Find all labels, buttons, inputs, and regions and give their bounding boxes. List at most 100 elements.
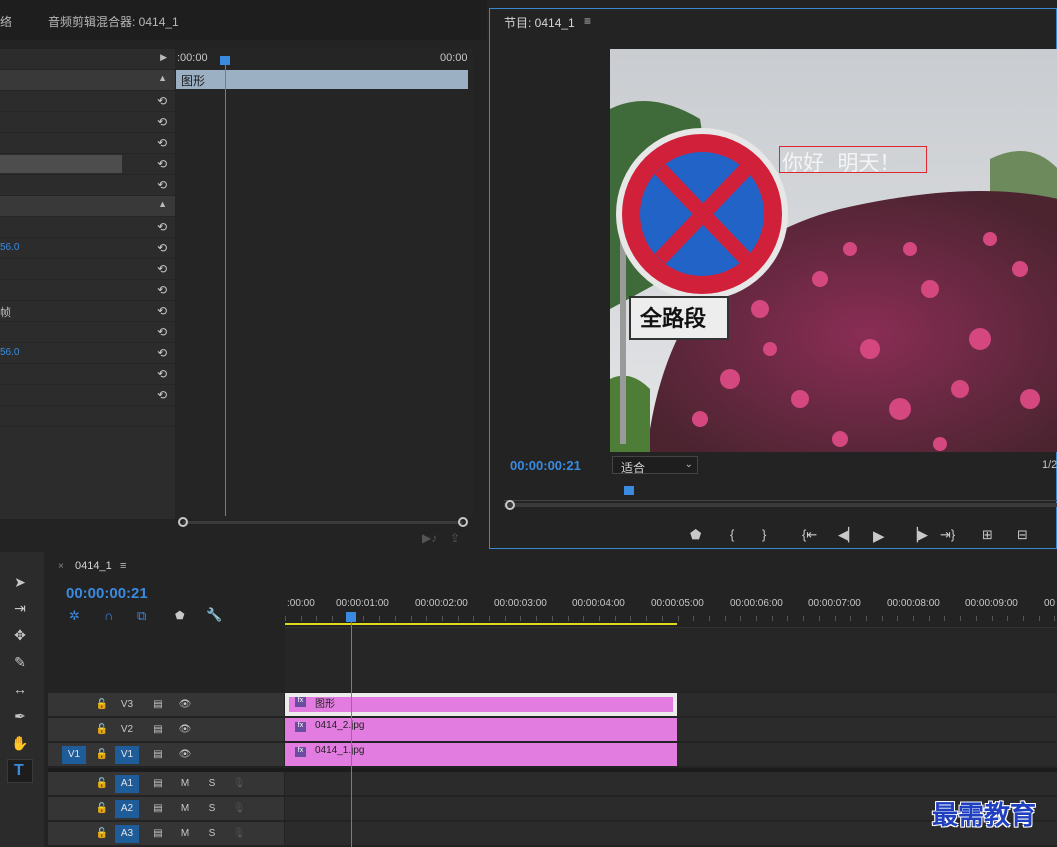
work-area-bar[interactable] [285,623,677,625]
tab-partial[interactable]: 络 [0,13,12,30]
selection-tool-icon[interactable]: ➤ [10,574,30,594]
lock-icon[interactable]: 🔓 [90,721,114,739]
sync-lock-icon[interactable]: ▤ [146,825,170,843]
timeline-clip[interactable]: fx 图形 [285,693,677,716]
reset-icon[interactable]: ⟲ [157,220,167,234]
resolution-value[interactable]: 1/2 [1042,459,1057,471]
collapse-arrow-icon[interactable]: ▲ [158,199,167,209]
microphone-icon[interactable]: 🎙 [227,825,251,843]
track-empty-area[interactable] [285,628,1057,692]
sync-lock-icon[interactable]: ▤ [146,721,170,739]
play-audio-icon[interactable]: ▶♪ [422,531,437,545]
add-marker-icon[interactable]: ⬟ [175,609,185,622]
linked-selection-icon[interactable]: ⧉ [137,608,146,624]
property-value[interactable]: 56.0 [0,242,19,253]
reset-icon[interactable]: ⟲ [157,346,167,360]
mark-out-icon[interactable]: } [762,527,766,542]
video-frame[interactable]: 全路段 你好 明天！ [610,49,1057,452]
eye-icon[interactable]: 👁 [173,721,197,739]
mark-in-icon[interactable]: { [730,527,734,542]
track-name[interactable]: A2 [115,800,139,818]
zoom-scrollbar[interactable] [183,521,463,524]
video-track-header[interactable]: V1 🔓 V1 ▤ 👁 [48,743,284,767]
program-timecode[interactable]: 00:00:00:21 [510,458,581,473]
track-select-tool-icon[interactable]: ⇥ [10,600,30,620]
mute-button[interactable]: M [173,800,197,818]
type-tool-button[interactable]: T [7,759,33,783]
tab-audio-clip-mixer[interactable]: 音频剪辑混合器: 0414_1 [48,13,179,30]
audio-track-header[interactable]: 🔓 A3 ▤ M S 🎙 [48,822,284,846]
mute-button[interactable]: M [173,775,197,793]
timeline-clip[interactable]: fx 0414_1.jpg [285,743,677,766]
fit-dropdown[interactable]: 适合 ⌄ [612,456,698,475]
reset-icon[interactable]: ⟲ [157,283,167,297]
ripple-edit-tool-icon[interactable]: ✥ [10,627,30,647]
solo-button[interactable]: S [200,825,224,843]
panel-menu-icon[interactable]: ≡ [120,560,126,572]
reset-icon[interactable]: ⟲ [157,325,167,339]
slip-tool-icon[interactable]: ↔ [10,681,30,701]
step-forward-icon[interactable]: ▕▶ [908,527,928,543]
video-track-header[interactable]: 🔓 V2 ▤ 👁 [48,718,284,742]
scroll-handle-right[interactable] [458,517,468,527]
reset-icon[interactable]: ⟲ [157,388,167,402]
razor-tool-icon[interactable]: ✎ [10,654,30,674]
audio-track[interactable] [285,772,1057,796]
audio-track-header[interactable]: 🔓 A2 ▤ M S 🎙 [48,797,284,821]
wrench-icon[interactable]: 🔧 [206,607,222,623]
effect-mini-timeline[interactable] [175,49,473,519]
reset-icon[interactable]: ⟲ [157,262,167,276]
panel-menu-icon[interactable]: ≡ [584,14,591,28]
mute-button[interactable]: M [173,825,197,843]
scroll-handle-left[interactable] [178,517,188,527]
lift-icon[interactable]: ⊞ [982,527,993,543]
audio-track-header[interactable]: 🔓 A1 ▤ M S 🎙 [48,772,284,796]
track-name[interactable]: A3 [115,825,139,843]
eye-icon[interactable]: 👁 [173,746,197,764]
eye-icon[interactable]: 👁 [173,696,197,714]
close-icon[interactable]: × [58,561,64,572]
play-icon[interactable]: ▶ [873,527,885,545]
solo-button[interactable]: S [200,775,224,793]
title-text-overlay[interactable]: 你好 明天！ [782,147,900,177]
reset-icon[interactable]: ⟲ [157,94,167,108]
monitor-scroll-handle[interactable] [505,500,515,510]
pen-tool-icon[interactable]: ✒ [10,708,30,728]
video-track-header[interactable]: 🔓 V3 ▤ 👁 [48,693,284,717]
monitor-playhead-icon[interactable] [624,486,634,495]
reset-icon[interactable]: ⟲ [157,157,167,171]
property-value[interactable]: 56.0 [0,347,19,358]
reset-icon[interactable]: ⟲ [157,367,167,381]
reset-icon[interactable]: ⟲ [157,304,167,318]
selected-field[interactable] [0,155,122,173]
lock-icon[interactable]: 🔓 [90,800,114,818]
program-monitor-title[interactable]: 节目: 0414_1 [504,14,575,31]
reset-icon[interactable]: ⟲ [157,178,167,192]
step-back-icon[interactable]: ◀▏ [838,527,858,543]
monitor-zoom-scrollbar[interactable] [504,503,1057,507]
lock-icon[interactable]: 🔓 [90,746,114,764]
go-to-in-icon[interactable]: {⇤ [802,527,817,543]
track-name[interactable]: A1 [115,775,139,793]
extract-icon[interactable]: ⊟ [1017,527,1028,543]
sync-lock-icon[interactable]: ▤ [146,775,170,793]
microphone-icon[interactable]: 🎙 [227,800,251,818]
solo-button[interactable]: S [200,800,224,818]
sync-lock-icon[interactable]: ▤ [146,696,170,714]
graphic-clip-bar[interactable]: 图形 [176,70,468,89]
track-name[interactable]: V1 [115,746,139,764]
sequence-tab[interactable]: 0414_1 [75,560,112,572]
sync-lock-icon[interactable]: ▤ [146,800,170,818]
go-to-out-icon[interactable]: ⇥} [940,527,955,543]
track-name[interactable]: V2 [115,721,139,739]
snap-icon[interactable]: ∩ [104,608,113,623]
microphone-icon[interactable]: 🎙 [227,775,251,793]
reset-icon[interactable]: ⟲ [157,241,167,255]
hand-tool-icon[interactable]: ✋ [10,735,30,755]
source-patch-v1[interactable]: V1 [62,746,86,764]
lock-icon[interactable]: 🔓 [90,696,114,714]
timeline-timecode[interactable]: 00:00:00:21 [66,585,148,602]
expand-arrow-icon[interactable]: ▶ [160,52,167,63]
reset-icon[interactable]: ⟲ [157,136,167,150]
track-name[interactable]: V3 [115,696,139,714]
